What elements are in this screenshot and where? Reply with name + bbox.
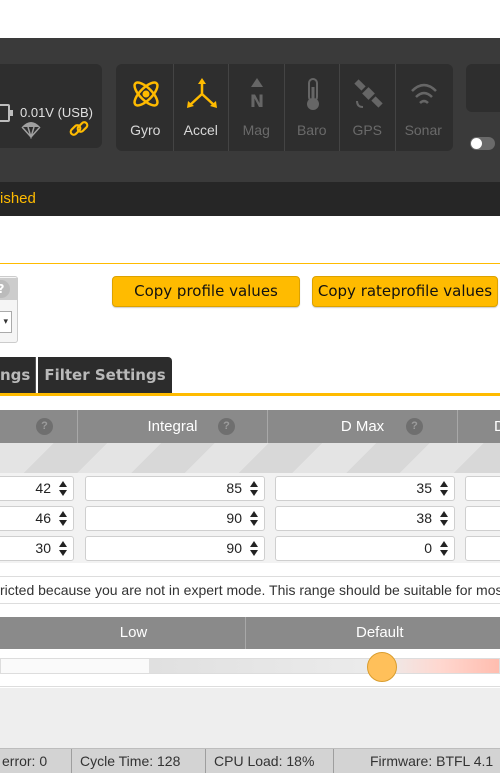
sensor-label-baro: Baro <box>296 122 327 138</box>
status-error: error: 0 <box>0 749 72 773</box>
top-bar <box>0 0 500 38</box>
content-background <box>0 688 500 748</box>
table-row: 42 85 35 <box>0 473 500 503</box>
sensor-sonar: Sonar <box>396 64 452 151</box>
accel-icon <box>186 78 217 108</box>
tab-label: Filter Settings <box>44 366 166 384</box>
tab-underline <box>0 393 500 396</box>
tab-filter-settings[interactable]: Filter Settings <box>38 357 172 393</box>
svg-text:N: N <box>250 92 264 111</box>
sensor-accel: Accel <box>174 64 229 151</box>
spinner-icon[interactable] <box>440 511 449 526</box>
app-root: 0.01V (USB) Gyro Accel N Mag Baro GPS So… <box>0 0 500 773</box>
section-divider <box>0 263 500 264</box>
profile-select[interactable]: ▾ <box>0 311 12 333</box>
sensor-mag: N Mag <box>229 64 285 151</box>
cell-value: 42 <box>35 480 51 496</box>
sensor-label-sonar: Sonar <box>404 122 442 138</box>
column-label: D <box>494 418 500 435</box>
parachute-icon <box>20 119 42 144</box>
pid-input-pitch-p[interactable]: 46 <box>0 506 74 531</box>
cell-value: 35 <box>416 480 432 496</box>
slider-label-low: Low <box>0 617 246 649</box>
pid-input-pitch-dmax[interactable]: 38 <box>275 506 455 531</box>
gyro-icon <box>133 81 159 107</box>
copy-rateprofile-button[interactable]: Copy rateprofile values <box>312 276 498 307</box>
help-icon[interactable]: ? <box>36 418 53 435</box>
table-row: 30 90 0 <box>0 533 500 563</box>
sensor-label-accel: Accel <box>183 122 218 138</box>
pid-input-yaw-dmax[interactable]: 0 <box>275 536 455 561</box>
link-icon[interactable] <box>68 118 90 145</box>
expert-mode-toggle[interactable] <box>470 137 495 150</box>
slider-track[interactable] <box>0 658 500 674</box>
tab-label: ngs <box>0 366 31 384</box>
cell-value: 46 <box>35 510 51 526</box>
pid-input-pitch-d[interactable] <box>465 506 500 531</box>
spinner-icon[interactable] <box>59 511 68 526</box>
connect-button[interactable] <box>466 64 500 112</box>
pid-input-yaw-i[interactable]: 90 <box>85 536 265 561</box>
cell-value: 38 <box>416 510 432 526</box>
spinner-icon[interactable] <box>440 541 449 556</box>
pid-table-header: ? Integral ? D Max ? D <box>0 410 500 443</box>
pid-input-roll-dmax[interactable]: 35 <box>275 476 455 501</box>
column-header-proportional: ? <box>0 410 78 443</box>
spinner-icon[interactable] <box>250 511 259 526</box>
slider-thumb[interactable] <box>367 652 397 682</box>
mag-icon: N <box>250 78 264 111</box>
table-row: 46 90 38 <box>0 503 500 533</box>
pid-table-subheader <box>0 443 500 473</box>
pid-input-yaw-p[interactable]: 30 <box>0 536 74 561</box>
status-message: ished <box>0 190 36 207</box>
tab-pid-settings[interactable]: ngs <box>0 357 36 393</box>
cell-value: 90 <box>226 540 242 556</box>
spinner-icon[interactable] <box>59 481 68 496</box>
sensor-label-mag: Mag <box>242 122 270 138</box>
cell-value: 30 <box>35 540 51 556</box>
sensor-status-panel: Gyro Accel N Mag Baro GPS Sonar <box>116 64 453 151</box>
battery-panel: 0.01V (USB) <box>0 64 102 148</box>
column-header-integral: Integral ? <box>78 410 268 443</box>
pid-input-pitch-i[interactable]: 90 <box>85 506 265 531</box>
sensor-gps: GPS <box>340 64 396 151</box>
status-bar: error: 0 Cycle Time: 128 CPU Load: 18% F… <box>0 748 500 773</box>
column-label: Integral <box>147 418 198 435</box>
spinner-icon[interactable] <box>250 541 259 556</box>
sensor-label-gyro: Gyro <box>130 122 161 138</box>
pid-input-roll-i[interactable]: 85 <box>85 476 265 501</box>
status-strip <box>0 182 500 216</box>
battery-icon <box>0 104 13 122</box>
copy-profile-button[interactable]: Copy profile values <box>112 276 300 307</box>
status-cpu-load: CPU Load: 18% <box>206 749 334 773</box>
slider-header: Low Default <box>0 617 500 649</box>
column-header-derivative: D <box>458 410 500 443</box>
help-icon[interactable]: ? <box>218 418 235 435</box>
cell-value: 90 <box>226 510 242 526</box>
spinner-icon[interactable] <box>250 481 259 496</box>
pid-input-yaw-d[interactable] <box>465 536 500 561</box>
spinner-icon[interactable] <box>440 481 449 496</box>
slider-label-default: Default <box>246 617 500 649</box>
sensor-label-gps: GPS <box>352 122 383 138</box>
status-cycle-time: Cycle Time: 128 <box>72 749 206 773</box>
expert-mode-notice: ricted because you are not in expert mod… <box>0 576 500 604</box>
status-firmware: Firmware: BTFL 4.1 <box>370 753 494 769</box>
sensor-gyro: Gyro <box>118 64 174 151</box>
cell-value: 0 <box>424 540 432 556</box>
header-toolbar: 0.01V (USB) Gyro Accel N Mag Baro GPS So… <box>0 38 500 182</box>
column-header-dmax: D Max ? <box>268 410 458 443</box>
sensor-baro: Baro <box>285 64 340 151</box>
cell-value: 85 <box>226 480 242 496</box>
column-label: D Max <box>340 418 385 435</box>
pid-input-roll-d[interactable] <box>465 476 500 501</box>
pid-input-roll-p[interactable]: 42 <box>0 476 74 501</box>
sonar-icon <box>410 83 437 104</box>
baro-icon <box>306 78 319 110</box>
help-icon[interactable]: ? <box>0 280 10 298</box>
profile-help: ? <box>0 278 18 300</box>
spinner-icon[interactable] <box>59 541 68 556</box>
gps-icon <box>354 79 383 108</box>
help-icon[interactable]: ? <box>406 418 423 435</box>
